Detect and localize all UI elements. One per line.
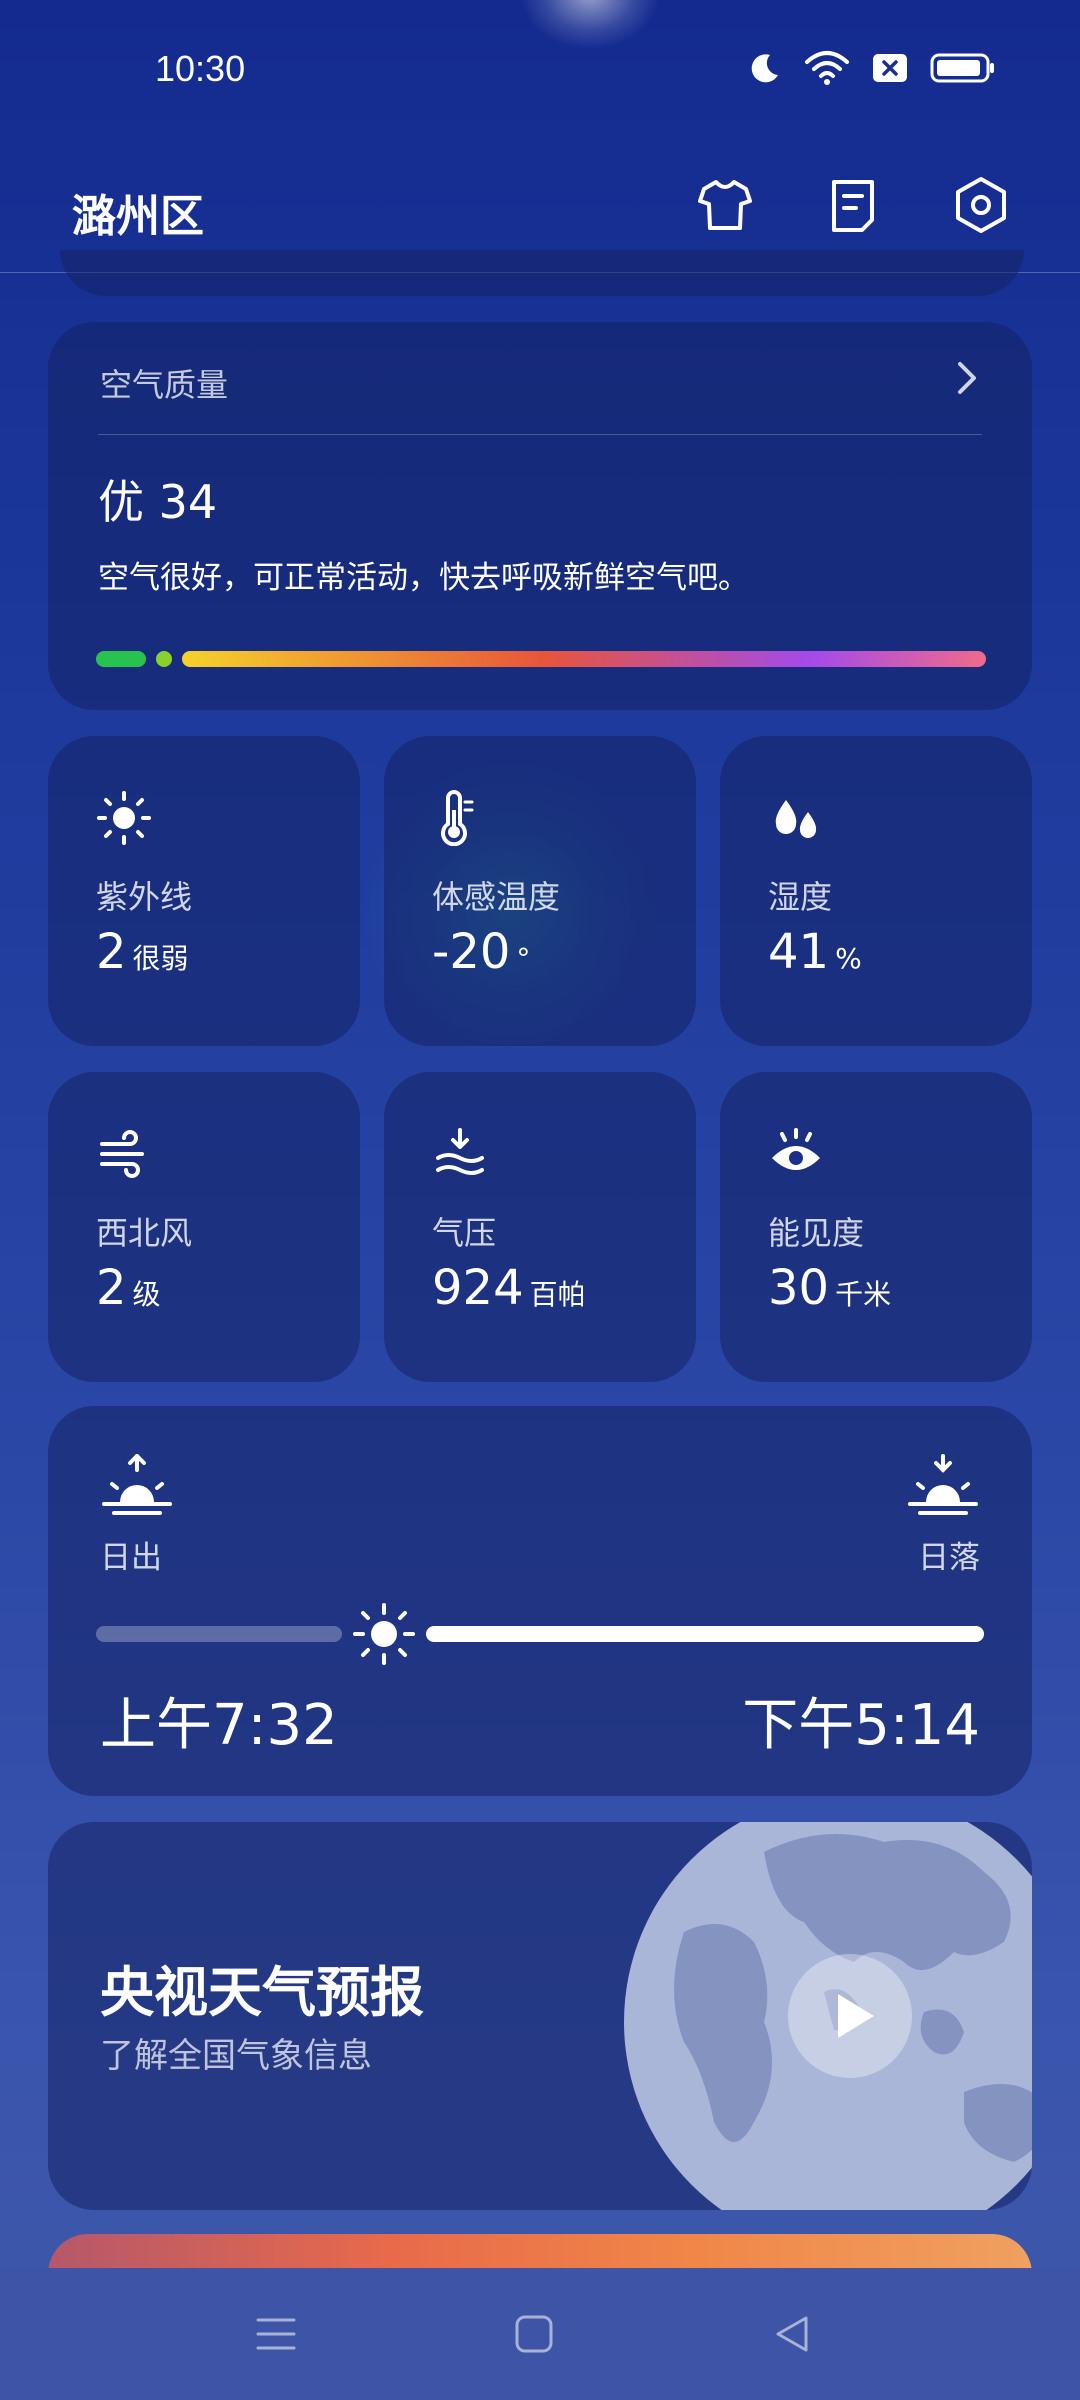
navigation-bar (0, 2268, 1080, 2400)
air-quality-card[interactable]: 空气质量 优 34 空气很好，可正常活动，快去呼吸新鲜空气吧。 (48, 322, 1032, 710)
feels-like-tile[interactable]: 体感温度 -20 ° (384, 736, 696, 1046)
wind-tile[interactable]: 西北风 2级 (48, 1072, 360, 1382)
cctv-subtitle: 了解全国气象信息 (100, 2036, 372, 2076)
tile-value: 2 很弱 (96, 924, 189, 980)
battery-icon (930, 53, 994, 83)
tile-value: 41% (768, 924, 862, 980)
tile-value: 30 千米 (768, 1260, 892, 1316)
city-name[interactable]: 潞州区 (72, 180, 204, 244)
daylight-elapsed-track (96, 1626, 342, 1642)
sunrise-icon (102, 1454, 172, 1515)
sim-off-icon (873, 54, 907, 82)
sunrise-label: 日出 (100, 1540, 162, 1576)
sunset-icon (908, 1454, 978, 1515)
back-icon[interactable] (770, 2312, 814, 2356)
wifi-icon (805, 51, 849, 85)
pressure-tile[interactable]: 气压 924 百帕 (384, 1072, 696, 1382)
wind-icon (100, 1130, 144, 1178)
sunrise-sunset-card: 日出 日落 上午7:32 下午5:14 (48, 1406, 1032, 1796)
aqi-value: 优 34 (98, 475, 218, 529)
air-quality-title: 空气质量 (100, 366, 229, 404)
tile-value: -20 ° (432, 924, 531, 980)
humidity-tile[interactable]: 湿度 41% (720, 736, 1032, 1046)
home-icon[interactable] (512, 2312, 556, 2356)
divider (98, 434, 982, 435)
tile-label: 湿度 (768, 878, 833, 916)
thermometer-icon (441, 790, 474, 846)
shirt-icon[interactable] (696, 176, 754, 234)
tile-label: 体感温度 (432, 878, 561, 916)
chevron-right-icon[interactable] (952, 358, 982, 398)
tile-value: 2级 (96, 1260, 161, 1316)
previous-card-edge (60, 250, 1024, 296)
tile-value: 924 百帕 (432, 1260, 586, 1316)
eye-icon (772, 1128, 820, 1170)
status-icons (748, 50, 996, 86)
sun-icon (97, 791, 151, 845)
sunset-label: 日落 (918, 1540, 980, 1576)
moon-icon (751, 54, 778, 83)
settings-icon[interactable] (952, 176, 1010, 234)
header-actions (696, 176, 1010, 234)
daylight-remaining-track (426, 1626, 984, 1642)
sunrise-time: 上午7:32 (100, 1693, 338, 1758)
sun-position-icon (353, 1603, 415, 1665)
tile-label: 气压 (432, 1214, 497, 1252)
visibility-tile[interactable]: 能见度 30 千米 (720, 1072, 1032, 1382)
status-time: 10:30 (155, 48, 246, 89)
uv-tile[interactable]: 紫外线 2 很弱 (48, 736, 360, 1046)
tile-label: 西北风 (96, 1214, 193, 1252)
document-icon[interactable] (824, 176, 882, 234)
aqi-scale-bar (96, 651, 986, 667)
pressure-icon (436, 1128, 484, 1175)
menu-icon[interactable] (254, 2312, 298, 2356)
aqi-description: 空气很好，可正常活动，快去呼吸新鲜空气吧。 (98, 560, 749, 596)
droplets-icon (775, 800, 817, 838)
cctv-forecast-card[interactable]: 央视天气预报 了解全国气象信息 (48, 1822, 1032, 2210)
sunset-time: 下午5:14 (742, 1693, 980, 1758)
play-icon[interactable] (786, 1952, 914, 2080)
tile-label: 紫外线 (96, 878, 193, 916)
tile-label: 能见度 (768, 1214, 865, 1252)
status-bar: 10:30 (0, 0, 1080, 140)
cctv-title: 央视天气预报 (100, 1961, 424, 2024)
